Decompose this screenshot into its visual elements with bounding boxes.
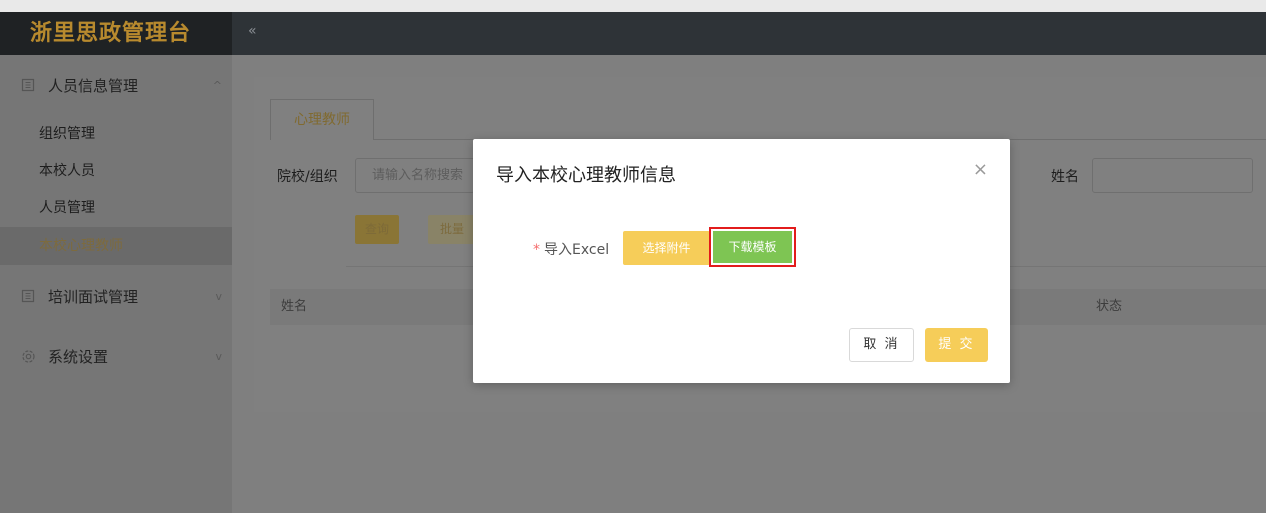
query-button[interactable]: 查询: [355, 215, 399, 244]
window-top-strip: [0, 0, 1266, 12]
menu-group-settings[interactable]: 系统设置 v: [0, 338, 232, 374]
sidebar-item-org-management[interactable]: 组织管理: [0, 118, 232, 150]
import-dialog: 导入本校心理教师信息 × * 导入Excel 选择附件 下载模板 取 消 提 交: [473, 139, 1010, 383]
select-attachment-button[interactable]: 选择附件: [623, 231, 710, 265]
import-excel-label: * 导入Excel: [533, 239, 609, 259]
org-search-input[interactable]: 请输入名称搜索: [355, 158, 475, 193]
org-filter-label: 院校/组织: [277, 169, 338, 185]
menu-group-label: 培训面试管理: [48, 287, 139, 306]
chevron-down-icon: v: [215, 289, 222, 303]
import-excel-text: 导入Excel: [544, 242, 610, 258]
top-header: «: [232, 12, 1266, 55]
dialog-title: 导入本校心理教师信息: [496, 165, 676, 186]
sidebar-item-staff-management[interactable]: 人员管理: [0, 192, 232, 224]
name-filter-label: 姓名: [1051, 169, 1079, 185]
collapse-sidebar-icon[interactable]: «: [248, 23, 257, 39]
submit-button[interactable]: 提 交: [925, 328, 988, 362]
chevron-up-icon: ^: [212, 78, 222, 92]
menu-group-label: 系统设置: [48, 347, 109, 366]
required-mark: *: [533, 242, 540, 258]
gear-icon: [20, 348, 36, 364]
download-template-button[interactable]: 下载模板: [713, 231, 792, 263]
batch-button[interactable]: 批量: [428, 215, 476, 244]
sidebar-item-psych-teachers[interactable]: 本校心理教师: [0, 227, 232, 265]
column-header-name: 姓名: [281, 299, 308, 314]
tab-psych-teachers[interactable]: 心理教师: [270, 99, 374, 140]
app-logo: 浙里思政管理台: [0, 12, 232, 55]
cancel-button[interactable]: 取 消: [849, 328, 914, 362]
column-header-status: 状态: [1096, 299, 1123, 314]
building-icon: [20, 77, 36, 93]
chevron-down-icon: v: [215, 349, 222, 363]
menu-group-training[interactable]: 培训面试管理 v: [0, 278, 232, 314]
download-template-highlight: 下载模板: [709, 227, 796, 267]
menu-group-personnel[interactable]: 人员信息管理 ^: [0, 67, 232, 103]
sidebar-item-school-staff[interactable]: 本校人员: [0, 155, 232, 187]
close-icon[interactable]: ×: [973, 159, 988, 180]
menu-group-label: 人员信息管理: [48, 76, 139, 95]
building-icon: [20, 288, 36, 304]
name-search-input[interactable]: [1092, 158, 1253, 193]
sidebar: 浙里思政管理台 人员信息管理 ^ 组织管理 本校人员 人员管理 本校心理教师 培…: [0, 12, 232, 513]
